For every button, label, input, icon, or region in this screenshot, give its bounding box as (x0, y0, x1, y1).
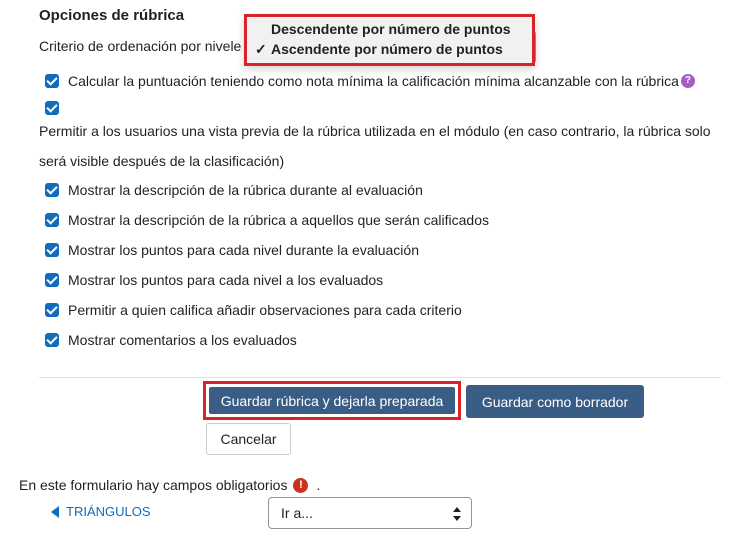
show-desc-graded-label: Mostrar la descripción de la rúbrica a a… (68, 212, 489, 228)
option-show-desc-graded: Mostrar la descripción de la rúbrica a a… (45, 211, 489, 229)
required-icon: ! (293, 477, 309, 493)
show-points-eval-label: Mostrar los puntos para cada nivel duran… (68, 242, 419, 258)
show-points-graded-checkbox[interactable] (45, 273, 59, 287)
option-show-points-eval: Mostrar los puntos para cada nivel duran… (45, 241, 419, 259)
arrow-left-icon (51, 505, 59, 518)
sort-option-ascending-label: Ascendente por número de puntos (271, 41, 503, 57)
allow-remarks-checkbox[interactable] (45, 303, 59, 317)
sort-criteria-label: Criterio de ordenación por nivele (39, 38, 242, 54)
show-points-graded-label: Mostrar los puntos para cada nivel a los… (68, 272, 384, 288)
check-icon: ✓ (255, 41, 267, 57)
sort-dropdown-menu: Descendente por número de puntos ✓ Ascen… (244, 14, 535, 66)
show-comments-checkbox[interactable] (45, 333, 59, 347)
cancel-button[interactable]: Cancelar (206, 423, 291, 455)
option-show-points-graded: Mostrar los puntos para cada nivel a los… (45, 271, 383, 289)
show-desc-graded-checkbox[interactable] (45, 213, 59, 227)
jump-to-select[interactable]: Ir a... (268, 497, 472, 529)
save-ready-button[interactable]: Guardar rúbrica y dejarla preparada (209, 387, 455, 414)
show-points-eval-checkbox[interactable] (45, 243, 59, 257)
show-desc-eval-label: Mostrar la descripción de la rúbrica dur… (68, 182, 423, 198)
jump-to-value: Ir a... (281, 505, 313, 521)
min-grade-label: Calcular la puntuación teniendo como not… (68, 73, 679, 89)
preview-label: Permitir a los usuarios una vista previa… (39, 123, 711, 169)
min-grade-checkbox[interactable] (45, 74, 59, 88)
sort-option-descending-label: Descendente por número de puntos (271, 21, 511, 37)
option-allow-remarks: Permitir a quien califica añadir observa… (45, 301, 462, 319)
preview-checkbox[interactable] (45, 101, 59, 115)
option-show-desc-eval: Mostrar la descripción de la rúbrica dur… (45, 181, 423, 199)
section-title: Opciones de rúbrica (39, 7, 185, 24)
save-ready-highlight: Guardar rúbrica y dejarla preparada (203, 381, 461, 420)
sort-option-ascending[interactable]: ✓ Ascendente por número de puntos (251, 39, 528, 59)
show-desc-eval-checkbox[interactable] (45, 183, 59, 197)
select-arrows-icon (453, 507, 461, 521)
show-comments-label: Mostrar comentarios a los evaluados (68, 332, 297, 348)
required-notice: En este formulario hay campos obligatori… (19, 477, 320, 493)
sort-option-descending[interactable]: Descendente por número de puntos (251, 19, 528, 39)
option-show-comments: Mostrar comentarios a los evaluados (45, 331, 297, 349)
save-draft-button[interactable]: Guardar como borrador (466, 385, 644, 418)
option-min-grade: Calcular la puntuación teniendo como not… (45, 72, 695, 90)
help-icon[interactable]: ? (680, 74, 695, 88)
prev-activity-label: TRIÁNGULOS (66, 504, 151, 519)
allow-remarks-label: Permitir a quien califica añadir observa… (68, 302, 462, 318)
prev-activity-link[interactable]: TRIÁNGULOS (51, 504, 151, 519)
required-notice-text: En este formulario hay campos obligatori… (19, 477, 288, 493)
required-notice-suffix: . (316, 477, 321, 493)
divider (39, 377, 721, 378)
option-preview (45, 99, 59, 117)
